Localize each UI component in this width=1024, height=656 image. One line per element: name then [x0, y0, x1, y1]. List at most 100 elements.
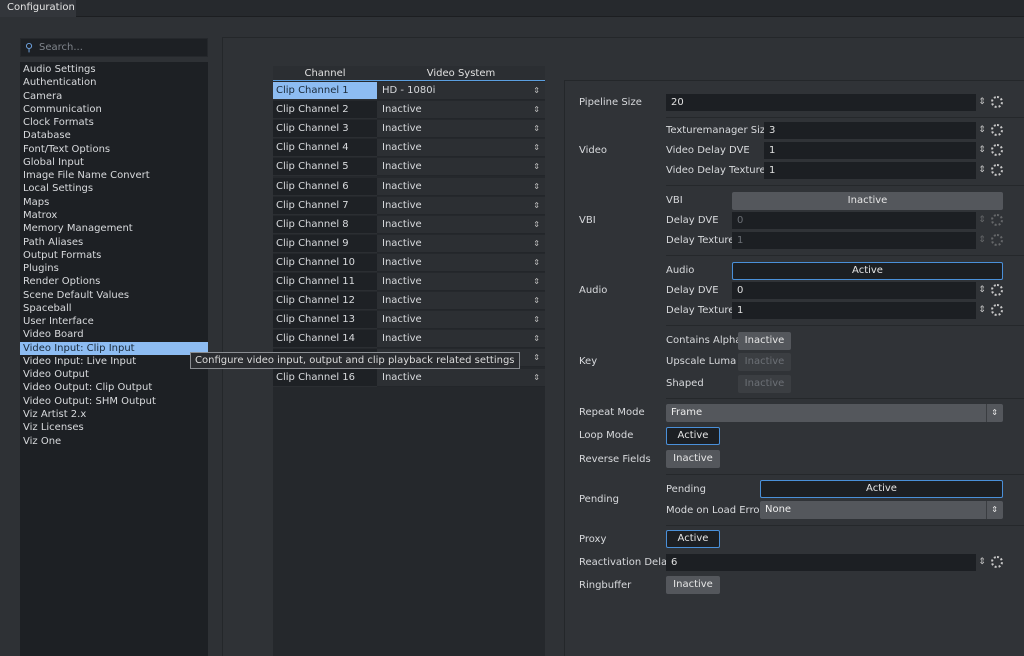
pipeline-size-input[interactable]: 20: [666, 94, 976, 111]
sidebar-item[interactable]: Viz One: [20, 435, 208, 448]
reset-icon[interactable]: [991, 164, 1003, 176]
channel-cell[interactable]: Clip Channel 13: [273, 311, 377, 330]
table-row[interactable]: Clip Channel 11 Inactive ⇕: [273, 273, 545, 292]
table-row[interactable]: Clip Channel 6 Inactive ⇕: [273, 177, 545, 197]
video-system-select[interactable]: Inactive ⇕: [377, 311, 545, 330]
spinner-icon[interactable]: ⇕: [978, 282, 986, 299]
sidebar-item[interactable]: Spaceball: [20, 302, 208, 315]
reset-icon[interactable]: [991, 234, 1003, 246]
video-system-select[interactable]: Inactive ⇕: [377, 330, 545, 349]
table-row[interactable]: Clip Channel 9 Inactive ⇕: [273, 234, 545, 254]
sidebar-item[interactable]: Video Input: Live Input: [20, 355, 208, 368]
sidebar-item[interactable]: Camera: [20, 90, 208, 103]
video-system-select[interactable]: HD - 1080i ⇕: [377, 82, 545, 100]
table-row[interactable]: Clip Channel 14 Inactive ⇕: [273, 330, 545, 349]
sidebar-item[interactable]: Global Input: [20, 156, 208, 169]
ringbuffer-button[interactable]: Inactive: [666, 576, 720, 594]
vbi-toggle-button[interactable]: Inactive: [732, 192, 1003, 210]
video-delay-dve-input[interactable]: 1: [764, 142, 976, 159]
table-row[interactable]: Clip Channel 10 Inactive ⇕: [273, 253, 545, 273]
sidebar-item[interactable]: Video Board: [20, 328, 208, 341]
sidebar-item[interactable]: Authentication: [20, 76, 208, 89]
video-system-select[interactable]: Inactive ⇕: [377, 177, 545, 196]
sidebar-item[interactable]: Maps: [20, 196, 208, 209]
channel-cell[interactable]: Clip Channel 9: [273, 234, 377, 253]
sidebar-item[interactable]: Viz Artist 2.x: [20, 408, 208, 421]
audio-delay-texture-input[interactable]: 1: [732, 302, 976, 319]
table-row[interactable]: Clip Channel 2 Inactive ⇕: [273, 101, 545, 120]
table-row[interactable]: Clip Channel 8 Inactive ⇕: [273, 215, 545, 235]
table-row[interactable]: Clip Channel 1 HD - 1080i ⇕: [273, 82, 545, 101]
audio-toggle-button[interactable]: Active: [732, 262, 1003, 280]
video-system-select[interactable]: Inactive ⇕: [377, 273, 545, 291]
table-row[interactable]: Clip Channel 12 Inactive ⇕: [273, 292, 545, 311]
loop-mode-button[interactable]: Active: [666, 427, 720, 445]
sidebar-item[interactable]: Database: [20, 129, 208, 142]
proxy-button[interactable]: Active: [666, 530, 720, 548]
texturemanager-size-input[interactable]: 3: [764, 122, 976, 139]
spinner-icon[interactable]: ⇕: [978, 232, 986, 249]
sidebar-item[interactable]: Path Aliases: [20, 236, 208, 249]
sidebar-item[interactable]: Font/Text Options: [20, 143, 208, 156]
sidebar-item[interactable]: Clock Formats: [20, 116, 208, 129]
video-delay-texture-input[interactable]: 1: [764, 162, 976, 179]
video-system-select[interactable]: Inactive ⇕: [377, 196, 545, 215]
sidebar-item[interactable]: Memory Management: [20, 222, 208, 235]
spinner-icon[interactable]: ⇕: [978, 122, 986, 139]
sidebar-item[interactable]: Local Settings: [20, 182, 208, 195]
spinner-icon[interactable]: ⇕: [978, 94, 986, 111]
video-system-select[interactable]: Inactive ⇕: [377, 292, 545, 311]
sidebar-item[interactable]: Image File Name Convert: [20, 169, 208, 182]
vbi-delay-dve-input[interactable]: 0: [732, 212, 976, 229]
settings-list[interactable]: Audio Settings Authentication Camera Commun…: [20, 62, 208, 656]
spinner-icon[interactable]: ⇕: [978, 142, 986, 159]
channel-cell[interactable]: Clip Channel 7: [273, 196, 377, 215]
table-row[interactable]: Clip Channel 13 Inactive ⇕: [273, 311, 545, 330]
channel-cell[interactable]: Clip Channel 3: [273, 120, 377, 139]
sidebar-item[interactable]: Video Input: Clip Input: [20, 341, 208, 355]
reset-icon[interactable]: [991, 96, 1003, 108]
sidebar-item[interactable]: Viz Licenses: [20, 421, 208, 434]
column-header-video-system[interactable]: Video System: [377, 66, 545, 81]
reverse-fields-button[interactable]: Inactive: [666, 450, 720, 468]
video-system-select[interactable]: Inactive ⇕: [377, 234, 545, 253]
audio-delay-dve-input[interactable]: 0: [732, 282, 976, 299]
sidebar-item[interactable]: Audio Settings: [20, 63, 208, 76]
reactivation-delay-input[interactable]: 6: [666, 554, 976, 571]
shaped-button[interactable]: Inactive: [738, 375, 791, 393]
sidebar-item[interactable]: Matrox: [20, 209, 208, 222]
contains-alpha-button[interactable]: Inactive: [738, 332, 791, 350]
table-row[interactable]: Clip Channel 7 Inactive ⇕: [273, 196, 545, 216]
tab-configuration[interactable]: Configuration: [0, 0, 76, 17]
channel-cell[interactable]: Clip Channel 12: [273, 292, 377, 311]
channel-cell[interactable]: Clip Channel 1: [273, 82, 377, 100]
search-input[interactable]: ⚲ Search...: [20, 38, 208, 57]
pending-toggle-button[interactable]: Active: [760, 480, 1003, 498]
reset-icon[interactable]: [991, 144, 1003, 156]
reset-icon[interactable]: [991, 556, 1003, 568]
channel-cell[interactable]: Clip Channel 6: [273, 177, 377, 196]
table-row[interactable]: Clip Channel 5 Inactive ⇕: [273, 158, 545, 177]
reset-icon[interactable]: [991, 214, 1003, 226]
channel-cell[interactable]: Clip Channel 10: [273, 253, 377, 272]
video-system-select[interactable]: Inactive ⇕: [377, 139, 545, 158]
channel-cell[interactable]: Clip Channel 2: [273, 101, 377, 120]
repeat-mode-select[interactable]: Frame ⇕: [666, 404, 1003, 422]
sidebar-item[interactable]: Plugins: [20, 262, 208, 275]
sidebar-item[interactable]: Render Options: [20, 275, 208, 288]
vbi-delay-texture-input[interactable]: 1: [732, 232, 976, 249]
channel-cell[interactable]: Clip Channel 5: [273, 158, 377, 177]
column-header-channel[interactable]: Channel: [273, 66, 377, 81]
video-system-select[interactable]: Inactive ⇕: [377, 215, 545, 234]
channel-cell[interactable]: Clip Channel 8: [273, 215, 377, 234]
sidebar-item[interactable]: Scene Default Values: [20, 289, 208, 302]
mode-on-load-error-select[interactable]: None ⇕: [760, 501, 1003, 519]
table-row[interactable]: Clip Channel 4 Inactive ⇕: [273, 139, 545, 158]
spinner-icon[interactable]: ⇕: [978, 554, 986, 571]
table-row[interactable]: Clip Channel 3 Inactive ⇕: [273, 120, 545, 139]
video-system-select[interactable]: Inactive ⇕: [377, 253, 545, 272]
reset-icon[interactable]: [991, 304, 1003, 316]
spinner-icon[interactable]: ⇕: [978, 212, 986, 229]
reset-icon[interactable]: [991, 124, 1003, 136]
upscale-luma-button[interactable]: Inactive: [738, 353, 791, 371]
